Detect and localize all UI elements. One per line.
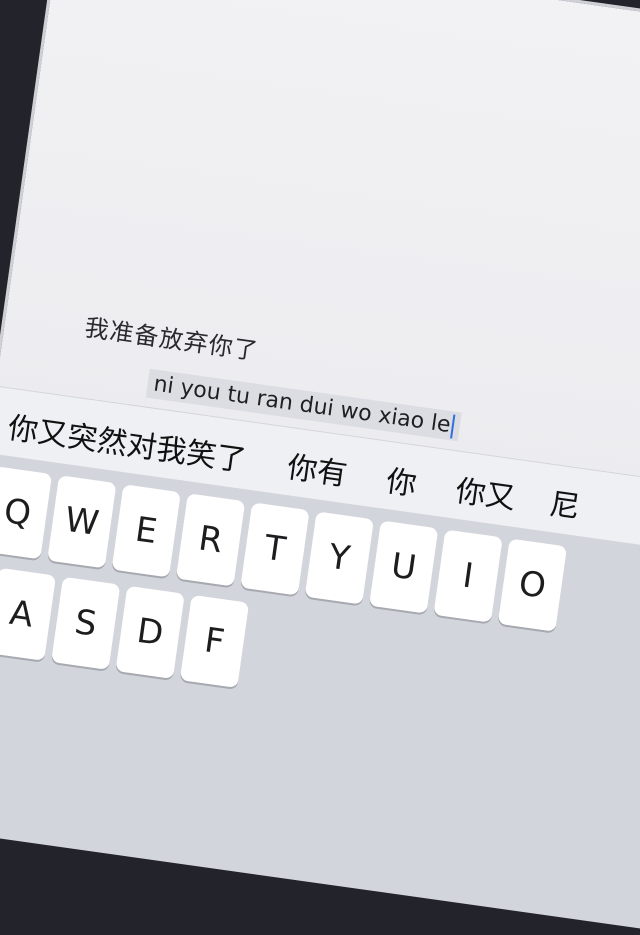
key-d[interactable]: D	[115, 585, 185, 679]
candidate-item[interactable]: 你又	[453, 466, 519, 518]
key-t[interactable]: T	[240, 502, 310, 596]
notes-editor[interactable]: 我准备放弃你了 ni you tu ran dui wo xiao le 你又突…	[0, 0, 640, 935]
candidate-item[interactable]: 尼	[547, 479, 583, 527]
key-a[interactable]: A	[0, 567, 57, 661]
key-r[interactable]: R	[175, 493, 246, 587]
candidate-item[interactable]: 你	[384, 456, 420, 504]
candidate-item[interactable]: 你有	[285, 442, 351, 494]
key-q[interactable]: Q	[0, 466, 53, 560]
key-u[interactable]: U	[368, 520, 439, 614]
key-s[interactable]: S	[51, 576, 121, 670]
key-e[interactable]: E	[111, 484, 181, 578]
key-i[interactable]: I	[433, 529, 503, 623]
key-o[interactable]: O	[497, 538, 568, 632]
key-w[interactable]: W	[47, 475, 117, 569]
composed-text: 我准备放弃你了	[82, 313, 261, 366]
key-y[interactable]: Y	[304, 511, 375, 605]
phone-screen: 我准备放弃你了 ni you tu ran dui wo xiao le 你又突…	[0, 0, 640, 935]
key-f[interactable]: F	[179, 594, 250, 689]
